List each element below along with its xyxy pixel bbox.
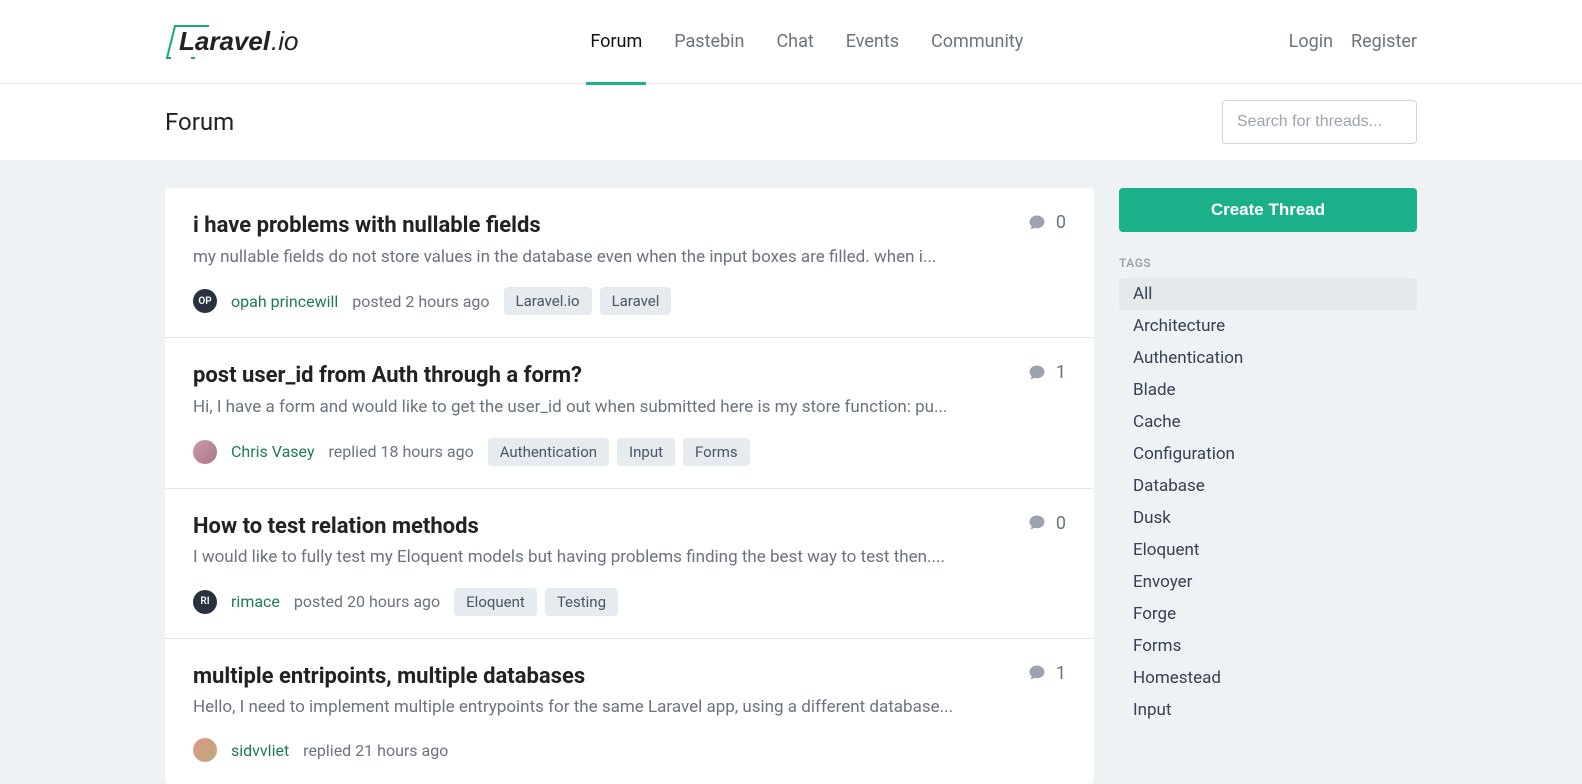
nav-item-forum[interactable]: Forum <box>586 1 646 85</box>
thread-time: replied 18 hours ago <box>329 442 474 461</box>
thread-title[interactable]: How to test relation methods <box>193 513 1008 541</box>
reply-count: 1 <box>1028 663 1066 684</box>
thread-author[interactable]: sidvvliet <box>231 741 289 760</box>
thread-item[interactable]: post user_id from Auth through a form? Hi… <box>165 338 1094 488</box>
nav-item-community[interactable]: Community <box>927 1 1027 85</box>
avatar[interactable] <box>193 738 217 762</box>
tag-filter-item[interactable]: Envoyer <box>1119 566 1417 598</box>
tag-filter-item[interactable]: Database <box>1119 470 1417 502</box>
thread-meta: OP opah princewill posted 2 hours ago Larav… <box>193 287 1066 315</box>
thread-tag[interactable]: Eloquent <box>454 588 537 616</box>
thread-author[interactable]: Chris Vasey <box>231 442 315 461</box>
reply-count: 0 <box>1028 513 1066 534</box>
nav-item-pastebin[interactable]: Pastebin <box>670 1 748 85</box>
tag-filter-item[interactable]: All <box>1119 278 1417 310</box>
thread-time: replied 21 hours ago <box>303 741 448 760</box>
avatar[interactable]: RI <box>193 590 217 614</box>
tag-filter-item[interactable]: Input <box>1119 694 1417 726</box>
register-link[interactable]: Register <box>1351 31 1417 52</box>
thread-excerpt: my nullable fields do not store values i… <box>193 246 1008 270</box>
thread-title[interactable]: post user_id from Auth through a form? <box>193 362 1008 390</box>
tag-filter-item[interactable]: Blade <box>1119 374 1417 406</box>
thread-list: i have problems with nullable fields my n… <box>165 188 1094 784</box>
avatar[interactable]: OP <box>193 289 217 313</box>
reply-count: 1 <box>1028 362 1066 383</box>
sidebar: Create Thread TAGS AllArchitectureAuthen… <box>1119 188 1417 784</box>
topbar: Laravel .io Forum Pastebin Chat Events Commu… <box>0 0 1582 84</box>
comment-icon <box>1028 364 1046 382</box>
thread-tag[interactable]: Laravel.io <box>504 287 592 315</box>
thread-excerpt: Hello, I need to implement multiple entr… <box>193 696 1008 720</box>
search-input[interactable] <box>1222 100 1417 144</box>
thread-tag[interactable]: Testing <box>545 588 618 616</box>
reply-count: 0 <box>1028 212 1066 233</box>
thread-excerpt: Hi, I have a form and would like to get … <box>193 396 1008 420</box>
thread-tag[interactable]: Input <box>617 438 675 466</box>
thread-title[interactable]: i have problems with nullable fields <box>193 212 1008 240</box>
logo[interactable]: Laravel .io <box>165 22 325 62</box>
nav-item-chat[interactable]: Chat <box>772 1 817 85</box>
tag-filter-item[interactable]: Eloquent <box>1119 534 1417 566</box>
tag-filter-item[interactable]: Cache <box>1119 406 1417 438</box>
svg-text:.io: .io <box>271 26 298 56</box>
thread-title[interactable]: multiple entripoints, multiple databases <box>193 663 1008 691</box>
thread-excerpt: I would like to fully test my Eloquent m… <box>193 546 1008 570</box>
logo-svg: Laravel .io <box>165 22 325 62</box>
thread-author[interactable]: rimace <box>231 592 280 611</box>
comment-icon <box>1028 514 1046 532</box>
comment-icon <box>1028 664 1046 682</box>
thread-tag[interactable]: Forms <box>683 438 750 466</box>
tag-filter-item[interactable]: Forms <box>1119 630 1417 662</box>
avatar[interactable] <box>193 440 217 464</box>
login-link[interactable]: Login <box>1289 31 1333 52</box>
tag-filter-item[interactable]: Configuration <box>1119 438 1417 470</box>
thread-meta: sidvvliet replied 21 hours ago <box>193 738 1066 762</box>
main-content: i have problems with nullable fields my n… <box>0 160 1582 784</box>
thread-time: posted 2 hours ago <box>352 292 489 311</box>
thread-item[interactable]: i have problems with nullable fields my n… <box>165 188 1094 338</box>
tag-filter-item[interactable]: Homestead <box>1119 662 1417 694</box>
thread-tag[interactable]: Laravel <box>600 287 672 315</box>
thread-time: posted 20 hours ago <box>294 592 440 611</box>
tags-heading: TAGS <box>1119 256 1417 270</box>
create-thread-button[interactable]: Create Thread <box>1119 188 1417 232</box>
svg-text:Laravel: Laravel <box>179 26 271 56</box>
thread-author[interactable]: opah princewill <box>231 292 338 311</box>
thread-meta: RI rimace posted 20 hours ago Eloquent Testi… <box>193 588 1066 616</box>
tag-filter-list: AllArchitectureAuthenticationBladeCacheC… <box>1119 278 1417 726</box>
thread-item[interactable]: multiple entripoints, multiple databases… <box>165 639 1094 784</box>
subheader: Forum <box>0 84 1582 160</box>
tag-filter-item[interactable]: Authentication <box>1119 342 1417 374</box>
tag-filter-item[interactable]: Forge <box>1119 598 1417 630</box>
thread-tag[interactable]: Authentication <box>488 438 609 466</box>
thread-meta: Chris Vasey replied 18 hours ago Authentic… <box>193 438 1066 466</box>
tag-filter-item[interactable]: Dusk <box>1119 502 1417 534</box>
thread-item[interactable]: How to test relation methods I would like… <box>165 489 1094 639</box>
page-title: Forum <box>165 108 234 136</box>
comment-icon <box>1028 214 1046 232</box>
tag-filter-item[interactable]: Architecture <box>1119 310 1417 342</box>
auth-links: Login Register <box>1289 31 1417 52</box>
main-nav: Forum Pastebin Chat Events Community <box>586 0 1027 84</box>
nav-item-events[interactable]: Events <box>842 1 903 85</box>
